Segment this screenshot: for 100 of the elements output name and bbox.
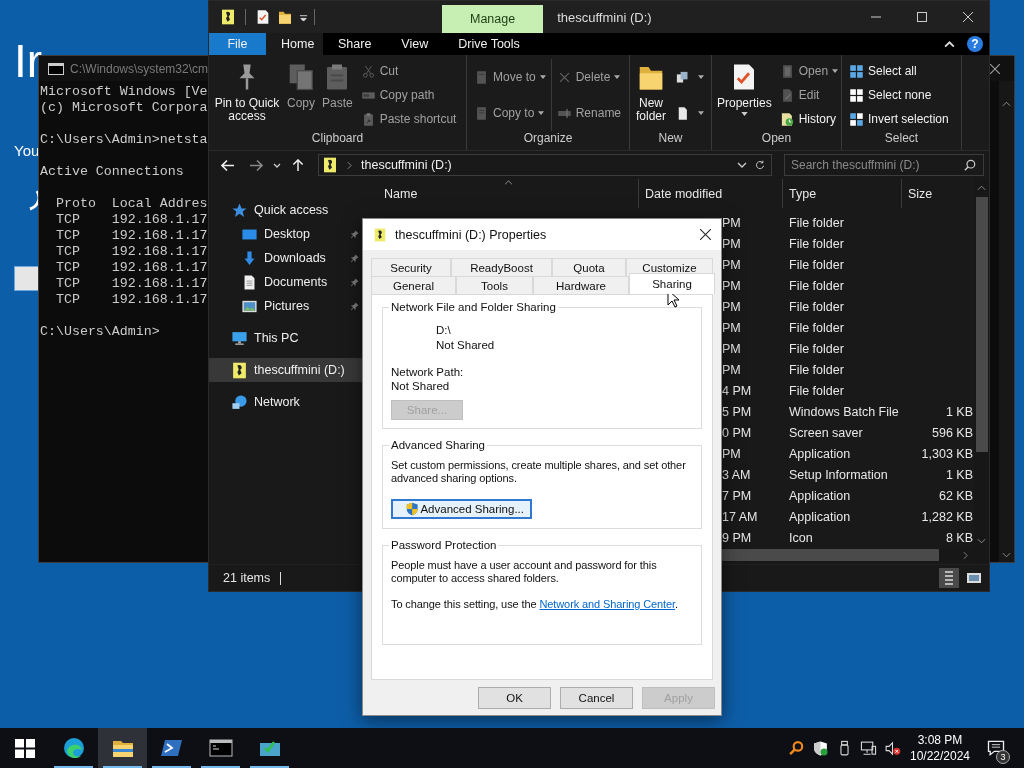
scissors-icon [360,63,376,79]
nav-item[interactable]: Network [209,390,364,414]
type-text: Application [789,446,851,461]
windows-logo-icon [12,736,37,760]
nav-item[interactable]: Desktop [209,222,364,246]
console-line: Proto Local Addres [54,196,208,211]
folder-icon[interactable] [277,9,293,25]
type-text: Screen saver [789,425,863,440]
dialog-tab[interactable]: Hardware [533,276,629,294]
nav-item[interactable]: Downloads [209,246,364,270]
magnifier-icon[interactable] [787,739,805,757]
console-icon [208,736,233,760]
date-text: PM [722,341,741,356]
nav-item[interactable]: This PC [209,326,364,350]
dropdown-icon[interactable] [737,160,747,170]
dialog-button[interactable]: OK [478,686,551,709]
dialog-button[interactable]: Cancel [560,686,633,709]
ribbon-tab[interactable]: Home [266,33,323,55]
network-icon[interactable] [859,739,877,757]
column-header[interactable]: Size [902,179,974,209]
properties-icon[interactable] [255,9,271,25]
date-text: PM [722,257,741,272]
ribbon-tab[interactable]: Share [323,33,387,55]
notification-icon[interactable] [986,738,1006,758]
ribbon-button[interactable]: New folder [632,59,670,125]
ribbon-button[interactable]: History [776,110,842,128]
date-text: PM [722,446,741,461]
scroll-up-icon[interactable] [1002,101,1011,107]
date-text: PM [722,362,741,377]
path-value: Not Shared [391,380,450,392]
date-text: 0 PM [722,425,752,440]
type-text: Windows Batch File [789,404,899,419]
search-field[interactable]: Search thescuffmini (D:) [784,154,984,176]
maximize-icon[interactable] [917,12,927,22]
select-all-icon [849,63,864,79]
dialog-tab[interactable]: Tools [456,276,533,294]
nav-item[interactable]: Documents [209,270,364,294]
address-path[interactable]: thescuffmini (D:) [361,158,452,172]
ribbon-group-label: Clipboard [310,131,365,147]
date-text: PM [722,299,741,314]
dialog-tab[interactable]: ReadyBoost [451,258,552,276]
close-icon[interactable] [990,63,1000,74]
date-text: 4 PM [722,383,752,398]
setup-button[interactable] [14,266,40,291]
help-button[interactable]: ? [967,36,983,52]
console-icon [48,62,64,75]
ribbon-button[interactable]: Pin to Quick access [211,59,283,125]
size-text: 596 KB [932,425,973,440]
dialog-tab[interactable]: General [371,276,456,294]
back-arrow-icon[interactable] [221,158,235,172]
shield-icon[interactable] [811,739,829,757]
browser-icon [61,736,86,760]
ribbon-button[interactable]: Invert selection [846,110,952,128]
network-sharing-link[interactable]: Network and Sharing Center [539,598,676,610]
dialog-tab[interactable]: Security [371,258,451,276]
up-arrow-icon[interactable] [291,158,305,172]
nav-item[interactable]: thescuffmini (D:) [209,358,364,382]
nav-item[interactable]: Pictures [209,294,364,318]
console-line: Active Connections [40,164,184,179]
type-text: File folder [789,320,844,335]
ribbon-tab[interactable]: View [386,33,444,55]
speaker-muted-icon[interactable] [883,739,901,757]
chevron-icon [347,160,352,170]
setup-heading: Ir [14,36,43,86]
ribbon-button[interactable]: Properties [714,59,775,118]
close-icon[interactable] [700,229,711,240]
instruction-text: To change this setting, use the Network and Sharing Center. [391,598,679,611]
column-header[interactable]: Date modified [639,179,783,209]
advanced-sharing-button[interactable]: Advanced Sharing... [391,499,532,519]
chevron-icon[interactable] [273,162,281,168]
forward-arrow-icon[interactable] [249,158,263,172]
details-view-icon[interactable] [939,568,959,588]
ribbon-button[interactable]: Select all [846,62,952,80]
type-text: File folder [789,257,844,272]
scroll-right-icon[interactable] [963,550,968,560]
collapse-caret-icon[interactable] [944,40,955,48]
type-text: Application [789,509,851,524]
refresh-icon[interactable] [755,160,765,170]
size-text: 1,303 KB [921,446,973,461]
scroll-down-icon[interactable] [1002,552,1011,558]
address-bar[interactable]: thescuffmini (D:) [318,154,772,176]
type-text: File folder [789,341,844,356]
ribbon-tab[interactable]: File [209,33,266,55]
ribbon-tab[interactable]: Drive Tools [443,33,535,55]
nav-item[interactable]: Quick access [209,198,364,222]
history-icon [779,111,795,127]
console-line: (c) Microsoft Corpora [40,100,208,115]
vertical-scrollbar[interactable] [999,81,1014,562]
type-text: File folder [789,236,844,251]
window-title: thescuffmini (D:) [557,9,652,25]
ribbon-button[interactable]: Select none [846,86,952,104]
column-header[interactable]: Type [783,179,902,209]
dialog-tab[interactable]: Sharing [629,273,715,294]
caret-icon[interactable] [299,12,308,22]
clock[interactable]: 3:08 PM 10/22/2024 [904,732,976,764]
taskbar-app[interactable] [98,728,147,768]
scroll-up-icon[interactable] [977,185,986,191]
dialog-tab[interactable]: Quota [552,258,626,276]
scroll-down-icon[interactable] [977,538,986,544]
column-header[interactable]: Name [364,179,639,209]
